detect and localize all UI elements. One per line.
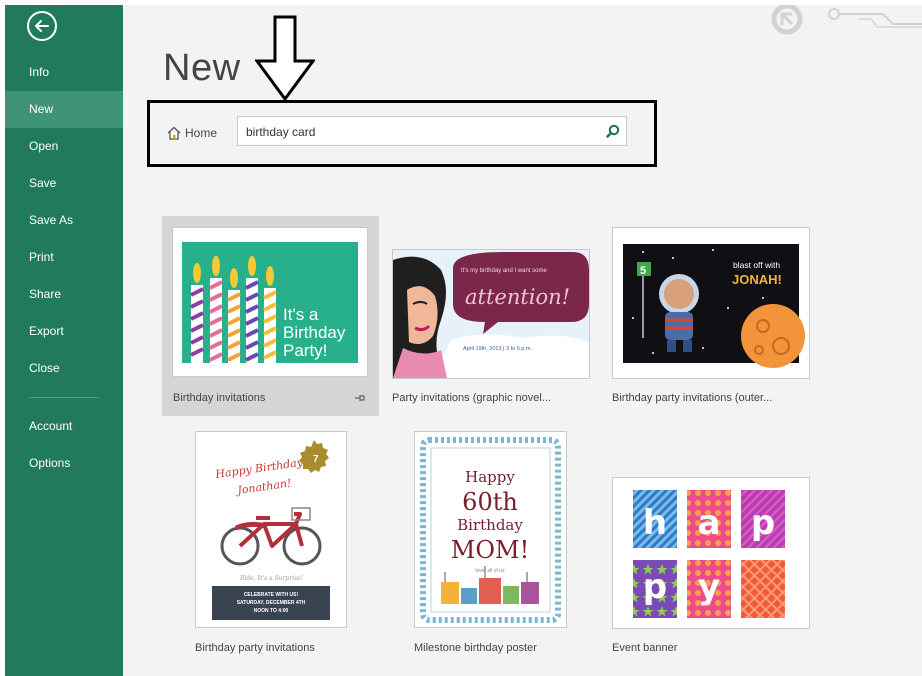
template-thumbnail: h a p p y <box>612 477 810 629</box>
home-link[interactable]: Home <box>167 124 217 142</box>
circuit-decoration-icon <box>771 5 922 35</box>
happy-banner-thumbnail: h a p p y <box>613 478 809 628</box>
down-arrow-annotation-icon <box>255 15 315 101</box>
milestone-poster-thumbnail: Happy 60th Birthday MOM! love, all of us <box>415 432 566 627</box>
template-thumbnail: It's a Birthday Party! <box>172 227 368 377</box>
template-label: Party invitations (graphic novel... <box>392 392 551 404</box>
template-birthday-party-invitations-bicycle[interactable]: Happy Birthday Jonathan! 7 Ride, It's a … <box>195 431 347 661</box>
page-title: New <box>163 47 241 89</box>
thumb-text-small: love, all of us <box>475 568 505 574</box>
nav-print[interactable]: Print <box>5 239 123 276</box>
outer-space-thumbnail: 5 blast off with JONAH! <box>623 244 805 368</box>
thumb-text-line: Party! <box>283 341 327 360</box>
bicycle-invitation-thumbnail: Happy Birthday Jonathan! 7 Ride, It's a … <box>196 432 346 627</box>
template-thumbnail: Happy 60th Birthday MOM! love, all of us <box>414 431 567 628</box>
backstage-sidebar: Info New Open Save Save As Print Share E… <box>5 5 123 676</box>
nav-close[interactable]: Close <box>5 350 123 387</box>
nav-account[interactable]: Account <box>5 408 123 445</box>
thumb-text-top: It's my birthday and I want some <box>461 268 548 274</box>
nav-share[interactable]: Share <box>5 276 123 313</box>
back-arrow-icon <box>35 20 49 32</box>
thumb-badge: 5 <box>640 265 646 277</box>
nav-open[interactable]: Open <box>5 128 123 165</box>
template-milestone-birthday-poster[interactable]: Happy 60th Birthday MOM! love, all of us… <box>414 431 567 661</box>
nav-save-as[interactable]: Save As <box>5 202 123 239</box>
thumb-text-line: MOM! <box>451 536 529 564</box>
template-thumbnail: It's my birthday and I want some attenti… <box>392 249 590 379</box>
nav-new[interactable]: New <box>5 91 123 128</box>
pin-icon[interactable] <box>354 393 366 403</box>
nav-options[interactable]: Options <box>5 445 123 482</box>
main-panel: New Home birthday card It's a Birthday P… <box>123 5 922 676</box>
home-label: Home <box>185 126 218 140</box>
thumb-text-big: attention! <box>465 285 570 309</box>
thumb-text-line: It's a <box>283 305 319 324</box>
thumb-text-line: Birthday <box>457 516 523 534</box>
template-label: Birthday party invitations <box>195 642 315 654</box>
birthday-candles-thumbnail: It's a Birthday Party! <box>182 242 358 363</box>
thumb-badge: 7 <box>313 454 319 465</box>
banner-letter: p <box>751 503 775 543</box>
template-birthday-party-invitations-outer-space[interactable]: 5 blast off with JONAH! Birthday party i… <box>612 227 810 412</box>
nav-separator <box>29 397 99 398</box>
template-label: Birthday party invitations (outer... <box>612 392 773 404</box>
template-birthday-invitations[interactable]: It's a Birthday Party! Birthday invitati… <box>162 216 379 416</box>
nav-export[interactable]: Export <box>5 313 123 350</box>
template-label: Milestone birthday poster <box>414 642 537 654</box>
template-party-invitations-graphic-novel[interactable]: It's my birthday and I want some attenti… <box>392 249 590 409</box>
template-thumbnail: 5 blast off with JONAH! <box>612 227 810 379</box>
banner-letter: a <box>698 503 721 543</box>
banner-letter: y <box>698 567 720 607</box>
search-box <box>237 116 627 146</box>
back-button[interactable] <box>27 11 57 41</box>
template-label: Birthday invitations <box>173 392 266 404</box>
template-event-banner[interactable]: h a p p y Event banner <box>612 477 810 661</box>
thumb-text-mid: Ride, It's a Surprise! <box>239 575 304 582</box>
template-thumbnail: Happy Birthday Jonathan! 7 Ride, It's a … <box>195 431 347 628</box>
search-icon[interactable] <box>606 124 620 138</box>
thumb-footer-line: CELEBRATE WITH US! <box>244 592 299 598</box>
thumb-text-line: 60th <box>462 488 518 516</box>
home-icon <box>167 126 181 140</box>
thumb-footer-line: SATURDAY, DECEMBER 4TH <box>237 600 306 606</box>
thumb-text-big: JONAH! <box>732 272 782 287</box>
thumb-text-line: Birthday <box>283 323 346 342</box>
nav-info[interactable]: Info <box>5 54 123 91</box>
graphic-novel-thumbnail: It's my birthday and I want some attenti… <box>393 250 589 378</box>
banner-letter: p <box>643 567 667 607</box>
template-label: Event banner <box>612 642 678 654</box>
thumb-text-top: blast off with <box>733 260 780 270</box>
thumb-text-small: April 19th, 2013 | 3 to 5 p.m. <box>463 346 532 352</box>
banner-letter: h <box>643 503 667 543</box>
thumb-text-line: Happy <box>465 468 515 486</box>
thumb-footer-line: NOON TO 4:00 <box>254 608 289 614</box>
search-input[interactable] <box>244 122 598 142</box>
nav-save[interactable]: Save <box>5 165 123 202</box>
